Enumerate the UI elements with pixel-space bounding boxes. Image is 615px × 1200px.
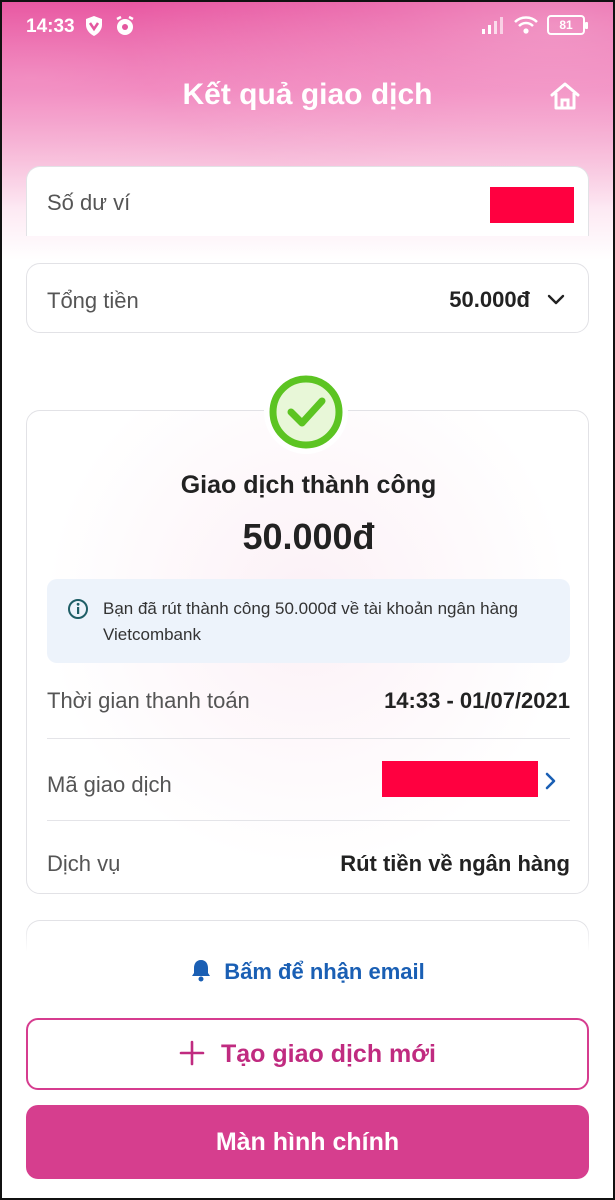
collapsed-card-edge (25, 920, 590, 962)
signal-icon (482, 17, 503, 34)
bell-icon (192, 960, 211, 982)
wifi-icon (514, 16, 538, 34)
home-screen-button[interactable]: Màn hình chính (26, 1105, 589, 1179)
status-time: 14:33 (26, 16, 75, 37)
service-value: Rút tiền về ngân hàng (340, 851, 570, 876)
transaction-id-label: Mã giao dịch (47, 772, 172, 797)
home-icon[interactable] (548, 80, 582, 112)
total-amount-label: Tổng tiền (47, 288, 139, 313)
receive-email-label: Bấm để nhận email (224, 959, 425, 984)
battery-icon: 81 (547, 15, 588, 35)
payment-time-row: Thời gian thanh toán 14:33 - 01/07/2021 (47, 659, 570, 739)
page-title: Kết quả giao dịch (182, 78, 433, 111)
transaction-id-row[interactable]: Mã giao dịch (47, 741, 570, 821)
chevron-down-icon[interactable] (546, 290, 566, 310)
wallet-balance-label: Số dư ví (47, 190, 131, 215)
total-amount-value: 50.000đ (449, 287, 530, 312)
receive-email-link[interactable]: Bấm để nhận email (0, 958, 615, 985)
success-check-badge (264, 370, 348, 454)
status-notification-icons (84, 15, 136, 37)
wallet-balance-redacted (490, 187, 574, 223)
info-icon (68, 599, 88, 619)
plus-icon (179, 1040, 205, 1066)
payment-time-label: Thời gian thanh toán (47, 688, 250, 713)
service-row: Dịch vụ Rút tiền về ngân hàng (47, 821, 570, 893)
success-amount: 50.000đ (242, 516, 375, 557)
info-message-box: Bạn đã rút thành công 50.000đ về tài kho… (47, 579, 570, 663)
home-screen-label: Màn hình chính (215, 1128, 400, 1156)
payment-time-value: 14:33 - 01/07/2021 (384, 688, 570, 713)
total-amount-card[interactable]: Tổng tiền 50.000đ (26, 263, 589, 333)
chevron-right-icon[interactable] (542, 770, 560, 792)
wallet-balance-card: Số dư ví (26, 166, 589, 236)
success-title: Giao dịch thành công (180, 471, 437, 499)
shield-icon (86, 16, 102, 36)
info-message-text: Bạn đã rút thành công 50.000đ về tài kho… (103, 599, 518, 644)
app-badge-icon (116, 15, 134, 35)
service-label: Dịch vụ (47, 851, 121, 876)
status-bar: 14:33 81 (0, 0, 615, 54)
new-transaction-label: Tạo giao dịch mới (220, 1040, 436, 1068)
transaction-result-card: Giao dịch thành công 50.000đ Bạn đã rút … (26, 410, 589, 894)
status-system-icons: 81 (481, 15, 588, 35)
new-transaction-button[interactable]: Tạo giao dịch mới (26, 1018, 589, 1090)
row-divider (47, 738, 570, 739)
check-circle-icon (269, 375, 343, 449)
transaction-id-redacted (382, 761, 538, 797)
